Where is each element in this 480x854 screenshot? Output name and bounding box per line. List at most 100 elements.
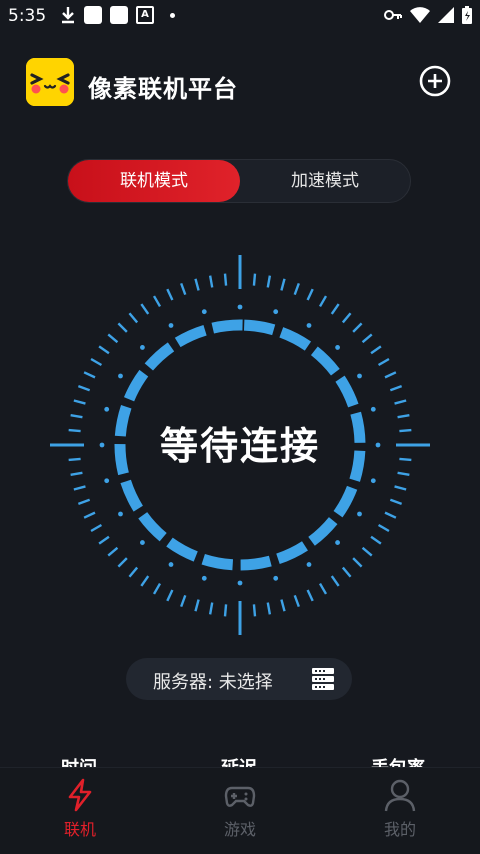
dial-dot — [201, 309, 207, 315]
dial-tick — [98, 535, 110, 545]
notification-square-icon — [84, 6, 102, 24]
dial-dot — [357, 511, 362, 517]
dial-tick — [98, 345, 110, 355]
dial-tick — [77, 498, 91, 505]
dial-tick — [128, 312, 139, 324]
dial-tick — [166, 288, 174, 301]
dial-tick — [266, 275, 272, 288]
dial-tick — [83, 371, 96, 379]
dial-tick — [107, 546, 119, 557]
dial-tick — [140, 575, 150, 587]
dial-dot — [357, 373, 362, 379]
dial-tick — [90, 357, 103, 367]
dial-tick — [384, 511, 397, 519]
dial-tick — [90, 523, 103, 533]
dial-tick — [194, 278, 200, 291]
dial-tick — [361, 333, 373, 344]
app-header: 像素联机平台 — [0, 52, 480, 112]
dial-tick — [180, 282, 187, 296]
dial-tick — [73, 485, 86, 491]
mode-switch: 联机模式 加速模式 — [67, 159, 411, 203]
dial-dot — [140, 540, 145, 545]
server-label: 服务器: 未选择 — [153, 672, 273, 693]
server-selector[interactable]: 服务器: 未选择 — [126, 658, 352, 700]
nav-label-games: 游戏 — [223, 820, 256, 839]
nav-item-online[interactable]: 联机 — [40, 778, 120, 840]
nav-item-mine[interactable]: 我的 — [360, 778, 440, 840]
connection-status: 等待连接 — [159, 424, 320, 468]
dial-tick — [252, 273, 257, 286]
dial-dot — [273, 309, 279, 315]
system-icons — [384, 6, 472, 24]
dial-tick — [107, 333, 119, 344]
nav-label-mine: 我的 — [383, 820, 416, 839]
dial-tick — [152, 582, 162, 595]
dial-tick — [318, 295, 328, 308]
dial-tick — [70, 471, 83, 477]
dial-tick — [370, 345, 382, 355]
dial-dot — [306, 323, 312, 328]
tab-accelerate-mode[interactable]: 加速模式 — [240, 160, 410, 202]
dial-dot — [237, 304, 243, 310]
dial-tick — [361, 546, 373, 557]
dial-tick — [370, 535, 382, 545]
status-bar: 5:35 A — [0, 0, 480, 32]
dial-tick — [330, 575, 340, 587]
dial-dot — [201, 575, 207, 581]
dial-tick — [223, 273, 228, 286]
app-title: 像素联机平台 — [88, 75, 238, 103]
dial-tick — [208, 275, 214, 288]
more-notifications-dot-icon — [170, 12, 175, 18]
gamepad-icon — [224, 786, 256, 807]
wifi-icon — [410, 7, 430, 23]
dial-tick — [152, 295, 162, 308]
keyboard-a-icon: A — [136, 6, 154, 24]
bottom-nav: 联机 游戏 我的 — [0, 767, 480, 854]
key-icon — [384, 10, 402, 20]
add-icon[interactable] — [419, 65, 451, 97]
dial-dot — [168, 562, 174, 567]
dial-tick — [166, 589, 174, 602]
notification-icons: A — [60, 6, 175, 24]
app-logo — [26, 58, 74, 106]
dial-tick — [394, 399, 407, 405]
notification-square-icon — [110, 6, 128, 24]
dial-tick — [352, 322, 363, 333]
dial-tick — [223, 604, 228, 617]
dial-tick — [394, 485, 407, 491]
dial-tick — [318, 582, 328, 595]
dial-tick — [77, 385, 91, 392]
dial-tick — [352, 557, 363, 568]
dial-tick — [377, 357, 390, 367]
dial-dot — [335, 540, 340, 545]
battery-icon — [462, 6, 472, 24]
dial-tick — [341, 566, 352, 578]
dial-tick — [377, 523, 390, 533]
status-time: 5:35 — [8, 6, 47, 26]
dial-tick — [252, 604, 257, 617]
dial-tick — [280, 599, 286, 612]
dial-tick — [397, 471, 410, 477]
dial-dot — [118, 373, 123, 379]
dial-dot — [104, 406, 110, 412]
server-list-icon — [312, 668, 334, 690]
dial-tick — [117, 322, 128, 333]
dial-tick — [266, 602, 272, 615]
dial-tick — [194, 599, 200, 612]
dial-tick — [117, 557, 128, 568]
tab-online-mode[interactable]: 联机模式 — [68, 160, 240, 202]
dial-dot — [140, 345, 145, 350]
dial-dot — [370, 406, 376, 412]
download-icon — [62, 7, 74, 24]
nav-item-games[interactable]: 游戏 — [200, 778, 280, 840]
dial-tick — [180, 594, 187, 608]
dial-dot — [306, 562, 312, 567]
dial-tick — [140, 303, 150, 315]
dial-tick — [330, 303, 340, 315]
dial-tick — [293, 282, 300, 296]
dial-dot — [104, 478, 110, 484]
dial-tick — [389, 385, 403, 392]
user-icon — [384, 779, 416, 812]
dial-tick — [128, 566, 139, 578]
dial-dot — [335, 345, 340, 350]
